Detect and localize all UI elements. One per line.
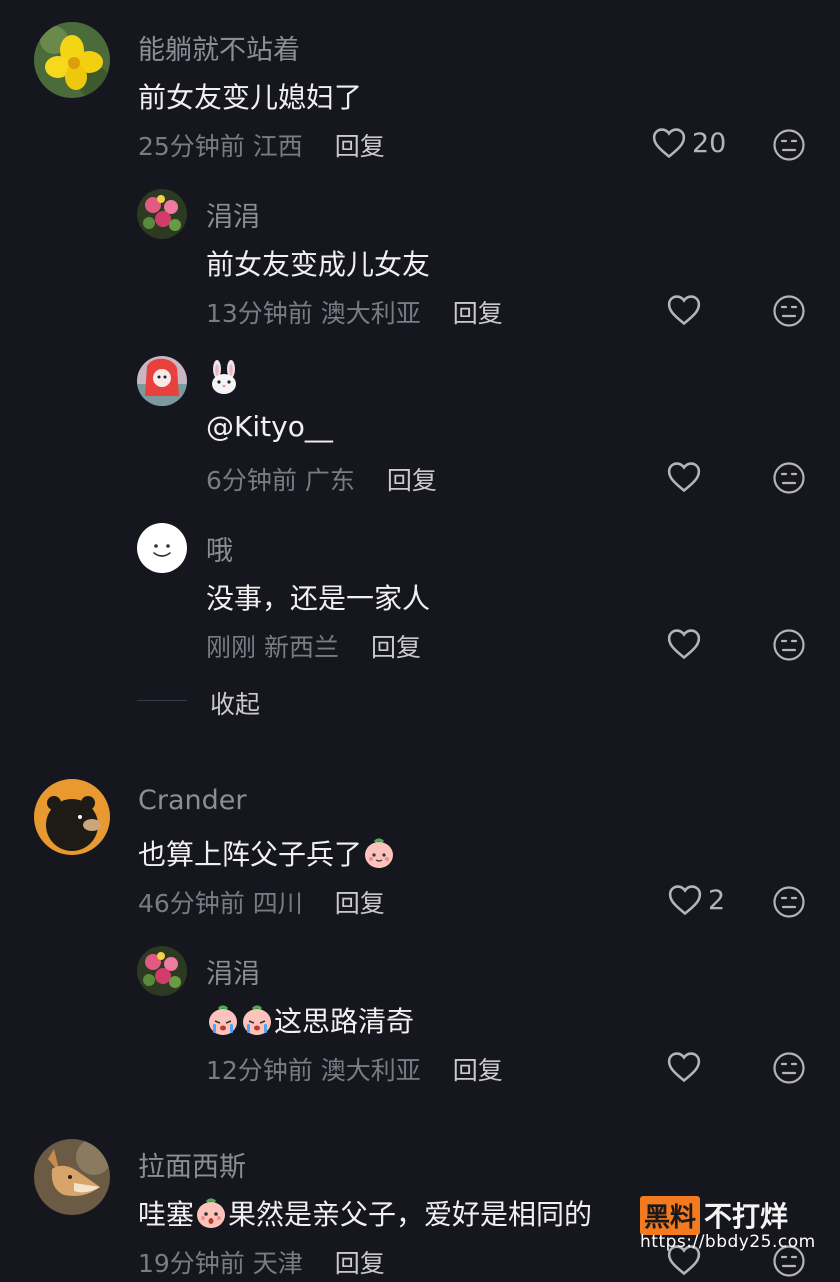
avatar-anime[interactable]: [137, 356, 187, 406]
dislike-button[interactable]: [772, 628, 806, 662]
reply-time: 6分钟前: [206, 466, 297, 495]
reply-time: 刚刚: [206, 633, 257, 662]
comment-time: 25分钟前: [138, 132, 245, 161]
reply-author-rabbit[interactable]: [206, 360, 242, 403]
watermark-text: 不打烊: [704, 1200, 789, 1233]
reply-author[interactable]: 哦: [206, 529, 233, 568]
reply-text-content: 这思路清奇: [274, 1005, 415, 1038]
reply-location: 新西兰: [263, 633, 339, 662]
reply-author[interactable]: 涓涓: [206, 952, 260, 991]
dislike-button[interactable]: [772, 461, 806, 495]
like-button[interactable]: 20: [652, 127, 726, 159]
reply-meta: 13分钟前 澳大利亚 回复: [206, 294, 503, 330]
reply-text[interactable]: @Kityo__: [206, 410, 333, 443]
reply-button[interactable]: 回复: [453, 1056, 503, 1085]
dislike-face-icon: [773, 129, 805, 161]
reply-meta: 刚刚 新西兰 回复: [206, 628, 421, 664]
reply-time: 12分钟前: [206, 1056, 313, 1085]
comment-time: 46分钟前: [138, 889, 245, 918]
reply-location: 广东: [304, 466, 355, 495]
reply-button[interactable]: 回复: [335, 889, 385, 918]
avatar-bouquet[interactable]: [137, 946, 187, 996]
comment-location: 江西: [252, 132, 303, 161]
watermark-url: https://bbdy25.com: [640, 1232, 816, 1252]
heart-icon: [667, 295, 701, 326]
like-button[interactable]: [667, 1051, 701, 1083]
comment-location: 四川: [252, 889, 303, 918]
avatar-flower[interactable]: [34, 22, 110, 98]
crying-face-emoji-icon: [243, 1005, 271, 1035]
surprised-face-emoji-icon: [197, 1198, 226, 1228]
like-button[interactable]: [667, 461, 701, 493]
avatar-fox[interactable]: [34, 1139, 110, 1215]
like-button[interactable]: [667, 628, 701, 660]
reply-author[interactable]: 涓涓: [206, 195, 260, 234]
dislike-face-icon: [773, 886, 805, 918]
dislike-face-icon: [773, 295, 805, 327]
peach-face-emoji-icon: [365, 838, 394, 868]
watermark-logo: 黑料 不打烊: [640, 1195, 788, 1235]
like-button[interactable]: 2: [668, 884, 725, 916]
comment-author[interactable]: Crander: [138, 785, 246, 816]
comment-text: 也算上阵父子兵了: [138, 833, 396, 873]
like-count: 2: [708, 884, 726, 916]
comment-text: 哇塞 果然是亲父子，爱好是相同的: [138, 1193, 592, 1233]
reply-meta: 6分钟前 广东 回复: [206, 461, 437, 497]
rabbit-face-icon: [212, 360, 236, 394]
reply-button[interactable]: 回复: [371, 633, 421, 662]
reply-button[interactable]: 回复: [387, 466, 437, 495]
dislike-button[interactable]: [772, 885, 806, 919]
avatar-bear[interactable]: [34, 779, 110, 855]
comment-meta: 46分钟前 四川 回复: [138, 884, 385, 920]
comment-time: 19分钟前: [138, 1249, 245, 1278]
heart-icon: [667, 1052, 701, 1083]
crying-face-emoji-icon: [209, 1005, 237, 1035]
reply-meta: 12分钟前 澳大利亚 回复: [206, 1051, 503, 1087]
comment-text-content: 也算上阵父子兵了: [138, 838, 363, 871]
comment-text-post: 果然是亲父子，爱好是相同的: [228, 1198, 593, 1231]
reply-location: 澳大利亚: [320, 1056, 421, 1085]
dislike-button[interactable]: [772, 294, 806, 328]
avatar-smiley[interactable]: [137, 523, 187, 573]
dislike-button[interactable]: [772, 128, 806, 162]
dislike-face-icon: [773, 462, 805, 494]
reply-location: 澳大利亚: [320, 299, 421, 328]
collapse-divider: [137, 700, 187, 701]
like-count: 20: [692, 127, 727, 159]
heart-icon: [668, 885, 702, 916]
reply-button[interactable]: 回复: [335, 1249, 385, 1278]
comment-location: 天津: [252, 1249, 303, 1278]
watermark-box: 黑料: [640, 1195, 701, 1235]
reply-time: 13分钟前: [206, 299, 313, 328]
reply-text: 前女友变成儿女友: [206, 248, 431, 281]
comment-meta: 25分钟前 江西 回复: [138, 127, 385, 163]
comment-meta: 19分钟前 天津 回复: [138, 1244, 385, 1280]
dislike-face-icon: [773, 1052, 805, 1084]
heart-icon: [652, 128, 686, 159]
reply-button[interactable]: 回复: [453, 299, 503, 328]
like-button[interactable]: [667, 294, 701, 326]
comment-author[interactable]: 拉面西斯: [138, 1145, 246, 1184]
dislike-face-icon: [773, 629, 805, 661]
reply-button[interactable]: 回复: [335, 132, 385, 161]
heart-icon: [667, 629, 701, 660]
comment-text-pre: 哇塞: [138, 1198, 195, 1231]
comment-text: 前女友变儿媳妇了: [138, 81, 363, 114]
comment-author[interactable]: 能躺就不站着: [138, 28, 300, 67]
avatar-bouquet[interactable]: [137, 189, 187, 239]
reply-text: 没事，还是一家人: [206, 582, 431, 615]
heart-icon: [667, 462, 701, 493]
dislike-button[interactable]: [772, 1051, 806, 1085]
collapse-replies-button[interactable]: 收起: [210, 685, 260, 721]
reply-text: 这思路清奇: [206, 1000, 414, 1040]
